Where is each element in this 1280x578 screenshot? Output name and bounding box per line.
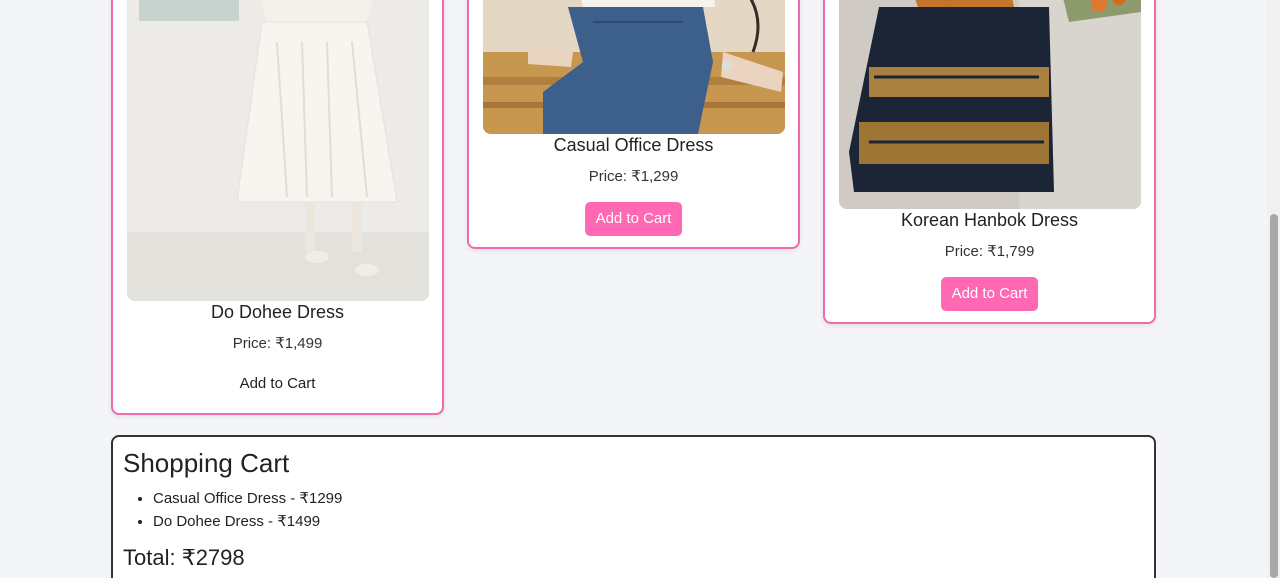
product-image-do-dohee [127,0,429,301]
scrollbar-thumb[interactable] [1270,214,1278,578]
page: Do Dohee Dress Price: ₹1,499 Add to Cart… [0,0,1280,578]
add-to-cart-button[interactable]: Add to Cart [584,202,683,236]
product-name: Korean Hanbok Dress [900,210,1079,230]
product-price: Price: ₹1,499 [232,335,323,352]
vertical-scrollbar[interactable] [1267,0,1280,578]
product-price: Price: ₹1,299 [588,168,679,185]
cart-item: Casual Office Dress - ₹1299 [153,487,1144,510]
product-image-korean-hanbok [839,0,1141,209]
cart-total: Total: ₹2798 [123,545,245,570]
product-name: Do Dohee Dress [210,302,345,322]
product-name: Casual Office Dress [553,135,714,155]
product-price: Price: ₹1,799 [944,243,1035,260]
product-card-casual-office: Casual Office Dress Price: ₹1,299 Add to… [467,0,800,249]
add-to-cart-button[interactable]: Add to Cart [940,277,1039,311]
cart-items-list: Casual Office Dress - ₹1299 Do Dohee Dre… [123,487,1144,533]
cart-item: Do Dohee Dress - ₹1499 [153,510,1144,533]
product-card-korean-hanbok: Korean Hanbok Dress Price: ₹1,799 Add to… [823,0,1156,324]
cart-title: Shopping Cart [123,448,290,478]
add-to-cart-button[interactable]: Add to Cart [229,367,327,401]
shopping-cart: Shopping Cart Casual Office Dress - ₹129… [111,435,1156,578]
product-image-casual-office [483,0,785,134]
product-card-do-dohee: Do Dohee Dress Price: ₹1,499 Add to Cart [111,0,444,415]
